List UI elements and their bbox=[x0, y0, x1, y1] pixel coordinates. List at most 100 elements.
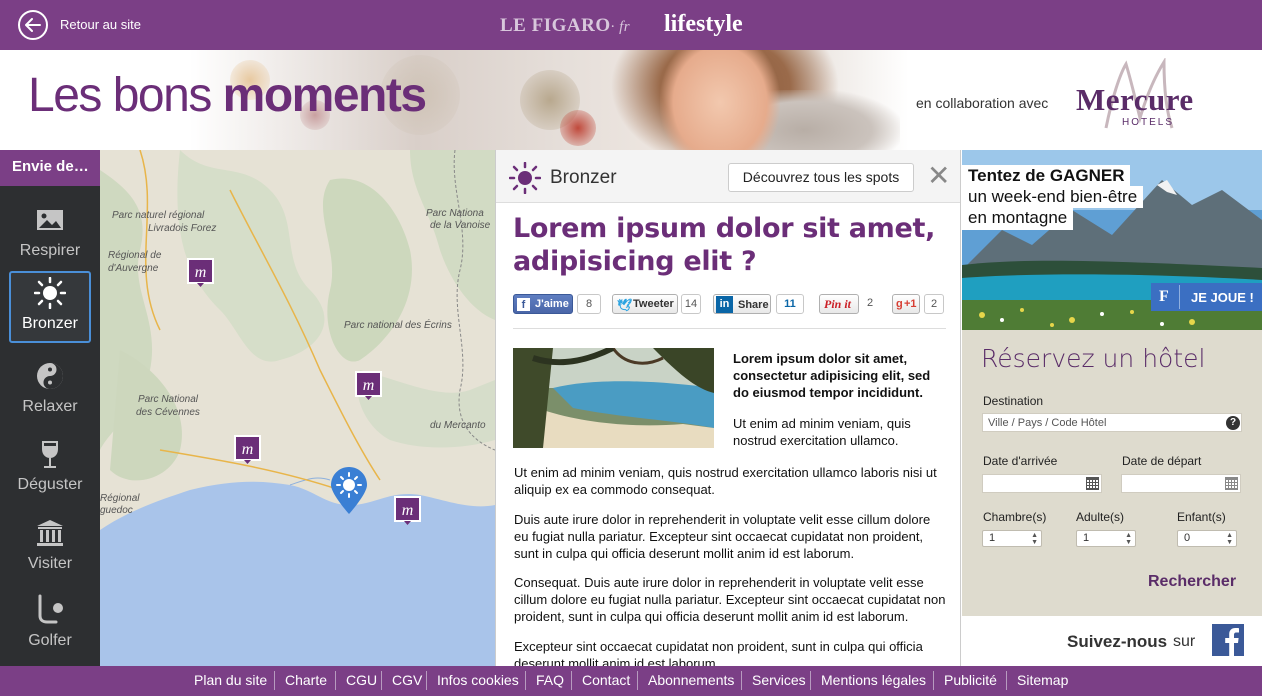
svg-text:m: m bbox=[242, 441, 254, 458]
footer-separator bbox=[637, 671, 638, 690]
hotel-marker-icon[interactable]: m bbox=[355, 371, 382, 401]
help-icon[interactable]: ? bbox=[1226, 416, 1240, 430]
footer-link-mentions-legales[interactable]: Mentions légales bbox=[821, 672, 926, 688]
beach-photo bbox=[513, 348, 714, 448]
googleplus-icon: g bbox=[896, 298, 903, 310]
search-hotel-button[interactable]: Rechercher bbox=[1148, 573, 1236, 591]
map-view[interactable]: Parc naturel régional Livradois Forez Pa… bbox=[100, 150, 495, 666]
pinterest-count: 2 bbox=[866, 297, 874, 309]
mercure-logo-sub: HOTELS bbox=[1122, 117, 1175, 128]
sidebar-item-respirer[interactable]: Respirer bbox=[0, 200, 100, 272]
googleplus-label: +1 bbox=[904, 298, 917, 310]
sun-icon bbox=[34, 277, 66, 309]
mercure-logo[interactable]: Mercure bbox=[1076, 82, 1194, 118]
children-label: Enfant(s) bbox=[1177, 510, 1226, 524]
back-link[interactable]: Retour au site bbox=[60, 17, 141, 32]
ornament bbox=[560, 110, 596, 146]
map-label: guedoc bbox=[100, 505, 133, 516]
twitter-bird-icon: 🕊 bbox=[617, 298, 633, 312]
golf-icon bbox=[38, 594, 63, 624]
facebook-like-count: 8 bbox=[577, 294, 601, 314]
map-label: des Cévennes bbox=[136, 407, 200, 418]
close-icon[interactable]: ✕ bbox=[927, 162, 950, 190]
facebook-icon[interactable] bbox=[1212, 624, 1244, 656]
divider bbox=[513, 328, 946, 329]
facebook-like-button[interactable]: f J'aime bbox=[513, 294, 573, 314]
sidebar-item-label: Golfer bbox=[28, 632, 72, 649]
tagline-bold: moments bbox=[222, 69, 427, 122]
hotel-marker-icon[interactable]: m bbox=[394, 496, 421, 526]
googleplus-button[interactable]: g +1 bbox=[892, 294, 920, 314]
discover-spots-button[interactable]: Découvrez tous les spots bbox=[728, 163, 914, 192]
monument-icon bbox=[37, 520, 63, 546]
spinner-arrows-icon: ▲ ▼ bbox=[1125, 532, 1132, 546]
play-contest-button[interactable]: F JE JOUE ! bbox=[1151, 283, 1262, 311]
calendar-icon[interactable] bbox=[1086, 477, 1099, 490]
article-lead: Lorem ipsum dolor sit amet, consectetur … bbox=[733, 351, 931, 400]
article-intro: Ut enim ad minim veniam, quis nostrud ex… bbox=[733, 416, 911, 448]
sidebar-item-deguster[interactable]: Déguster bbox=[0, 434, 100, 506]
top-bar bbox=[0, 0, 1262, 50]
arrival-date-input[interactable] bbox=[982, 474, 1102, 493]
footer-separator bbox=[1006, 671, 1007, 690]
destination-input[interactable]: Ville / Pays / Code Hôtel bbox=[982, 413, 1242, 432]
children-value: 0 bbox=[1184, 532, 1191, 544]
spinner-arrows-icon: ▲ ▼ bbox=[1226, 532, 1233, 546]
map-label: Livradois Forez bbox=[148, 223, 217, 234]
sidebar-item-relaxer[interactable]: Relaxer bbox=[0, 356, 100, 428]
sidebar-item-visiter[interactable]: Visiter bbox=[0, 513, 100, 585]
article-paragraph: Consequat. Duis aute irure dolor in repr… bbox=[514, 575, 946, 624]
calendar-icon[interactable] bbox=[1225, 477, 1238, 490]
footer-link-abonnements[interactable]: Abonnements bbox=[648, 672, 734, 688]
rooms-select[interactable]: 1 ▲ ▼ bbox=[982, 530, 1042, 547]
footer-link-charte[interactable]: Charte bbox=[285, 672, 327, 688]
map-label: Parc Nationa bbox=[426, 208, 484, 219]
pinterest-button[interactable]: Pin it bbox=[819, 294, 859, 314]
article-panel: Bronzer Découvrez tous les spots ✕ Lorem… bbox=[495, 150, 961, 666]
selected-spot-pin-icon[interactable] bbox=[329, 466, 369, 516]
footer-link-faq[interactable]: FAQ bbox=[536, 672, 564, 688]
svg-text:m: m bbox=[195, 264, 207, 281]
footer-link-cgv[interactable]: CGV bbox=[392, 672, 422, 688]
footer-link-sitemap[interactable]: Sitemap bbox=[1017, 672, 1068, 688]
map-label: du Mercanto bbox=[430, 420, 486, 431]
yin-yang-icon bbox=[37, 363, 63, 389]
figaro-logo-text: LE FIGARO bbox=[500, 15, 611, 36]
sidebar-item-bronzer[interactable]: Bronzer bbox=[9, 271, 91, 343]
linkedin-share-count: 11 bbox=[776, 294, 804, 314]
footer-link-contact[interactable]: Contact bbox=[582, 672, 630, 688]
lifestyle-logo[interactable]: lifestyle bbox=[664, 11, 743, 38]
tweet-label: Tweeter bbox=[633, 298, 674, 310]
map-label: Parc naturel régional bbox=[112, 210, 205, 221]
linkedin-share-label: Share bbox=[738, 299, 769, 311]
tweet-button[interactable]: 🕊 Tweeter bbox=[612, 294, 678, 314]
svg-text:m: m bbox=[363, 377, 375, 394]
sidebar-item-label: Relaxer bbox=[22, 398, 78, 415]
promo-title: Tentez de GAGNER bbox=[962, 165, 1131, 187]
footer-link-publicite[interactable]: Publicité bbox=[944, 672, 997, 688]
figaro-f-icon: F bbox=[1159, 288, 1169, 305]
linkedin-share-button[interactable]: in Share bbox=[713, 294, 771, 314]
article-paragraph: Excepteur sint occaecat cupidatat non pr… bbox=[514, 639, 923, 666]
hotel-marker-icon[interactable]: m bbox=[187, 258, 214, 288]
hotel-marker-icon[interactable]: m bbox=[234, 435, 261, 465]
children-select[interactable]: 0 ▲ ▼ bbox=[1177, 530, 1237, 547]
footer-separator bbox=[525, 671, 526, 690]
map-label: d'Auvergne bbox=[108, 263, 159, 274]
departure-date-input[interactable] bbox=[1121, 474, 1241, 493]
footer-link-services[interactable]: Services bbox=[752, 672, 806, 688]
spinner-arrows-icon: ▲ ▼ bbox=[1031, 532, 1038, 546]
adults-select[interactable]: 1 ▲ ▼ bbox=[1076, 530, 1136, 547]
map-label: de la Vanoise bbox=[430, 220, 491, 231]
footer-link-cgu[interactable]: CGU bbox=[346, 672, 377, 688]
sidebar-item-label: Respirer bbox=[19, 242, 81, 259]
campaign-tagline: Les bons moments bbox=[28, 68, 427, 123]
footer-separator bbox=[933, 671, 934, 690]
footer-separator bbox=[571, 671, 572, 690]
map-label: Parc national des Écrins bbox=[344, 320, 452, 331]
figaro-logo[interactable]: LE FIGARO· fr bbox=[500, 15, 630, 37]
footer-link-infos-cookies[interactable]: Infos cookies bbox=[437, 672, 519, 688]
arrow-left-icon bbox=[25, 18, 41, 32]
footer-link-plan-du-site[interactable]: Plan du site bbox=[194, 672, 267, 688]
sidebar-item-golfer[interactable]: Golfer bbox=[0, 590, 100, 662]
